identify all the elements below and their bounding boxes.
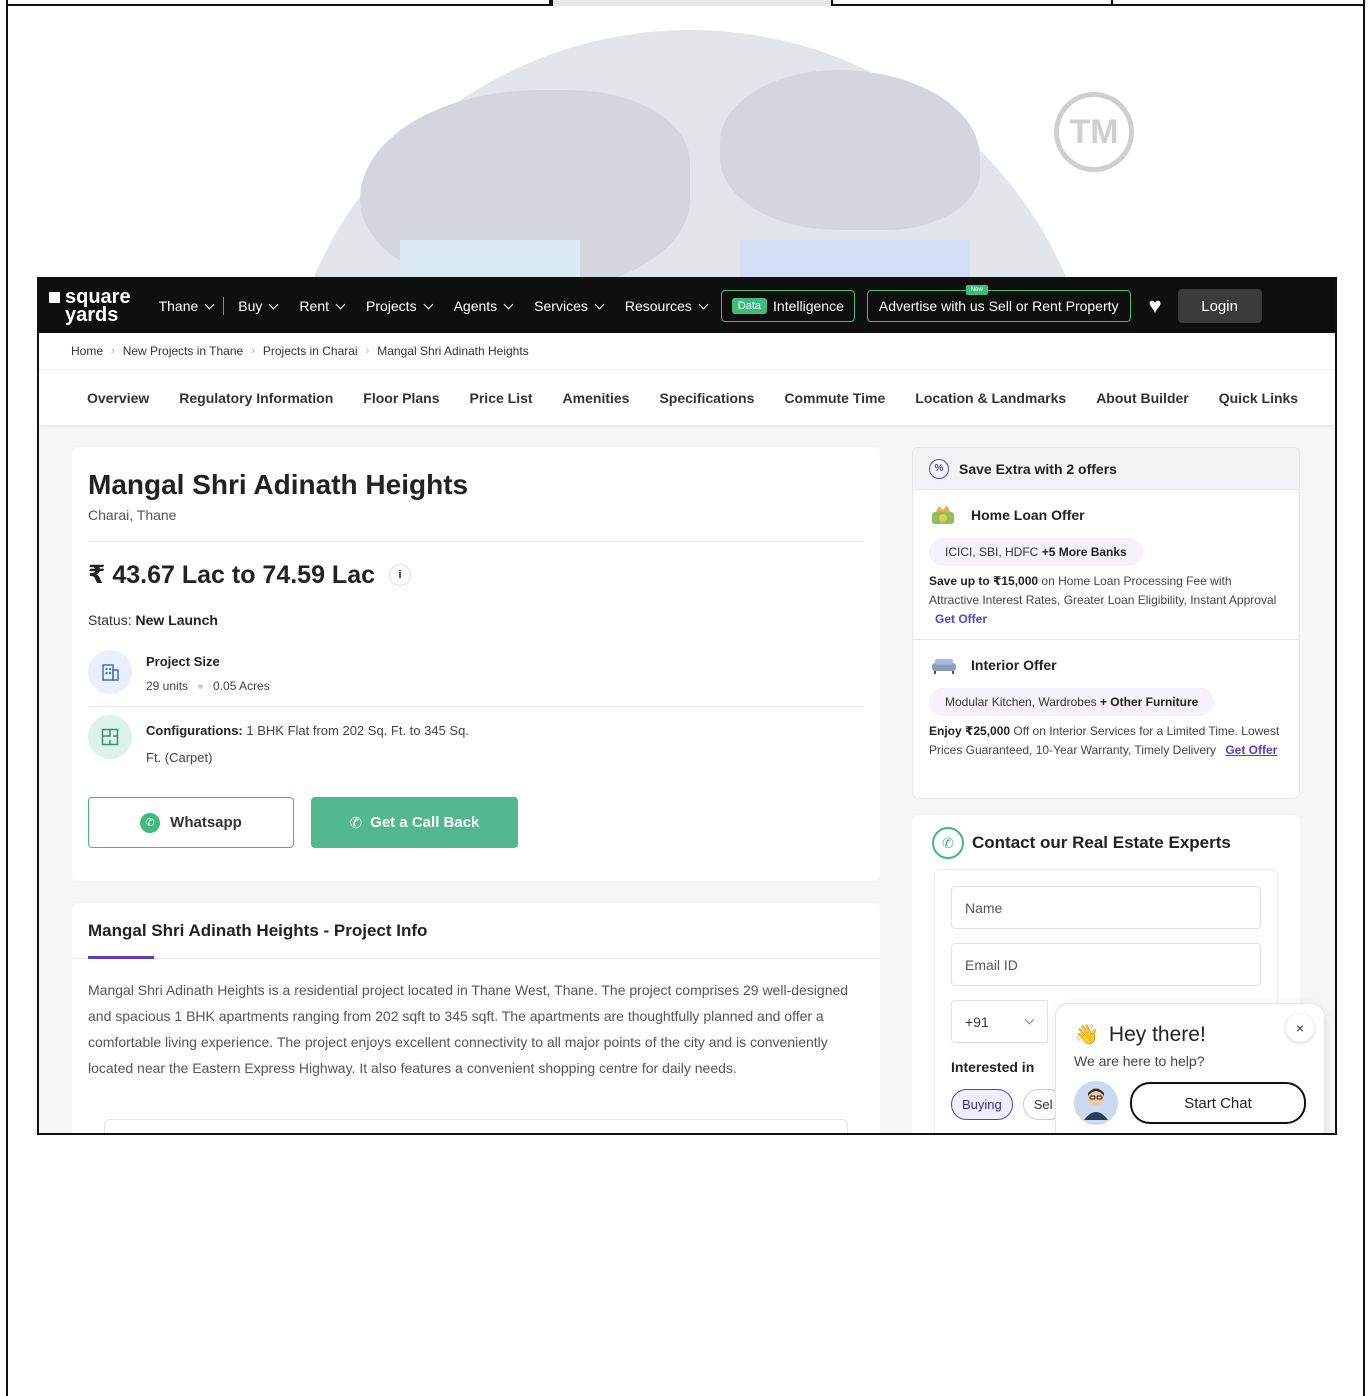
- divider: [88, 541, 864, 542]
- top-navbar: square yards Thane Buy Rent Projects Age…: [39, 279, 1335, 333]
- nav-divider: [223, 297, 225, 315]
- tab-price-list[interactable]: Price List: [470, 390, 533, 406]
- configurations-row: Configurations: 1 BHK Flat from 202 Sq. …: [88, 715, 864, 771]
- breadcrumb-new-projects[interactable]: New Projects in Thane: [123, 344, 244, 358]
- logo-square-icon: [49, 291, 60, 303]
- project-info-card: Mangal Shri Adinath Heights - Project In…: [72, 903, 880, 1133]
- chevron-down-icon: [268, 299, 279, 309]
- tab-overview[interactable]: Overview: [87, 390, 149, 406]
- offers-card: % Save Extra with 2 offers Home Loan Off…: [912, 447, 1300, 799]
- divider: [88, 706, 864, 707]
- tab-quick-links[interactable]: Quick Links: [1219, 390, 1298, 406]
- nav-agents[interactable]: Agents: [454, 298, 514, 314]
- call-back-button[interactable]: ✆ Get a Call Back: [311, 797, 518, 848]
- interior-offer: Interior Offer Modular Kitchen, Wardrobe…: [913, 639, 1299, 770]
- breadcrumb-current: Mangal Shri Adinath Heights: [377, 344, 529, 358]
- sell-rent-property-button[interactable]: New Advertise with us Sell or Rent Prope…: [866, 285, 1131, 322]
- chevron-down-icon: [204, 299, 215, 309]
- website-screenshot: square yards Thane Buy Rent Projects Age…: [37, 277, 1337, 1135]
- section-tabs: Overview Regulatory Information Floor Pl…: [39, 369, 1335, 425]
- info-inner-box: [104, 1119, 848, 1133]
- start-chat-button[interactable]: Start Chat: [1130, 1082, 1306, 1124]
- data-intelligence-button[interactable]: Data Intelligence: [720, 290, 855, 322]
- heart-icon[interactable]: ♥: [1149, 293, 1162, 319]
- interest-buying-chip[interactable]: Buying: [951, 1089, 1013, 1120]
- phone-icon: ✆: [932, 827, 964, 859]
- project-location: Charai, Thane: [88, 507, 177, 523]
- phone-icon: ✆: [349, 814, 363, 832]
- whatsapp-icon: ✆: [140, 812, 161, 833]
- project-size-row: Project Size 29 units 0.05 Acres: [88, 650, 864, 694]
- project-title: Mangal Shri Adinath Heights: [88, 469, 469, 500]
- banks-chip: ICICI, SBI, HDFC +5 More Banks: [929, 538, 1143, 566]
- chat-subtitle: We are here to help?: [1074, 1053, 1205, 1069]
- project-info-text: Mangal Shri Adinath Heights is a residen…: [88, 982, 849, 1076]
- home-loan-get-offer-link[interactable]: Get Offer: [935, 612, 987, 626]
- home-loan-text: Save up to ₹15,000 on Home Loan Processi…: [929, 574, 1277, 626]
- breadcrumb-charai[interactable]: Projects in Charai: [263, 344, 358, 358]
- chevron-right-icon: ›: [365, 345, 370, 357]
- top-table-edge: [6, 0, 1365, 6]
- squareyards-logo[interactable]: square yards: [49, 287, 131, 325]
- tab-regulatory-information[interactable]: Regulatory Information: [179, 390, 333, 406]
- nav-buy[interactable]: Buy: [238, 298, 279, 314]
- info-icon[interactable]: i: [389, 564, 411, 586]
- login-button[interactable]: Login: [1177, 289, 1262, 323]
- project-size-title: Project Size: [146, 654, 220, 669]
- tab-specifications[interactable]: Specifications: [659, 390, 754, 406]
- globe-watermark: [240, 30, 1140, 290]
- close-icon[interactable]: ×: [1286, 1014, 1314, 1042]
- chevron-down-icon: [1024, 1014, 1035, 1025]
- email-input[interactable]: Email ID: [951, 943, 1261, 986]
- tab-location-landmarks[interactable]: Location & Landmarks: [915, 390, 1066, 406]
- breadcrumb-home[interactable]: Home: [71, 344, 103, 358]
- interior-get-offer-link[interactable]: Get Offer: [1225, 743, 1277, 757]
- nav-rent[interactable]: Rent: [299, 298, 346, 314]
- tab-amenities[interactable]: Amenities: [563, 390, 630, 406]
- nav-projects[interactable]: Projects: [366, 298, 434, 314]
- sofa-icon: [929, 654, 959, 676]
- chevron-down-icon: [503, 299, 514, 309]
- new-badge: New: [965, 285, 988, 295]
- tab-commute-time[interactable]: Commute Time: [784, 390, 885, 406]
- chat-greeting: 👋 Hey there!: [1074, 1022, 1206, 1047]
- project-status: Status: New Launch: [88, 612, 218, 628]
- country-code-select[interactable]: +91: [951, 1000, 1048, 1043]
- money-bag-icon: [929, 504, 959, 526]
- configurations-text: Configurations: 1 BHK Flat from 202 Sq. …: [146, 723, 469, 765]
- nav-services[interactable]: Services: [534, 298, 605, 314]
- floorplan-icon: [88, 715, 132, 759]
- nav-city-thane[interactable]: Thane: [159, 297, 225, 315]
- building-icon: [88, 650, 132, 694]
- tab-floor-plans[interactable]: Floor Plans: [363, 390, 439, 406]
- chevron-right-icon: ›: [111, 345, 115, 357]
- chevron-right-icon: ›: [251, 345, 255, 357]
- cta-buttons: ✆ Whatsapp ✆ Get a Call Back: [88, 797, 864, 848]
- breadcrumb: Home › New Projects in Thane › Projects …: [39, 333, 1335, 369]
- interior-text: Enjoy ₹25,000 Off on Interior Services f…: [929, 724, 1280, 757]
- tm-watermark: TM: [1054, 92, 1134, 172]
- heading-underline: [88, 956, 154, 959]
- furniture-chip: Modular Kitchen, Wardrobes + Other Furni…: [929, 688, 1215, 716]
- tab-about-builder[interactable]: About Builder: [1096, 390, 1189, 406]
- contact-title: ✆ Contact our Real Estate Experts: [932, 827, 1280, 859]
- chevron-down-icon: [594, 299, 605, 309]
- nav-resources[interactable]: Resources: [625, 298, 709, 314]
- project-size-values: 29 units 0.05 Acres: [146, 679, 270, 693]
- home-loan-offer: Home Loan Offer ICICI, SBI, HDFC +5 More…: [913, 490, 1299, 639]
- offers-header: % Save Extra with 2 offers: [913, 448, 1299, 490]
- discount-icon: %: [929, 458, 949, 479]
- project-info-heading: Mangal Shri Adinath Heights - Project In…: [72, 903, 880, 959]
- chevron-down-icon: [423, 299, 434, 309]
- price-range: ₹ 43.67 Lac to 74.59 Lac i: [88, 560, 864, 590]
- agent-avatar: [1074, 1081, 1118, 1125]
- chevron-down-icon: [335, 299, 346, 309]
- name-input[interactable]: Name: [951, 886, 1261, 929]
- chevron-down-icon: [698, 299, 709, 309]
- waving-hand-icon: 👋: [1074, 1024, 1099, 1046]
- whatsapp-button[interactable]: ✆ Whatsapp: [88, 797, 294, 848]
- project-summary-card: Mangal Shri Adinath Heights Charai, Than…: [72, 447, 880, 881]
- chat-widget: × 👋 Hey there! We are here to help? Star…: [1055, 1003, 1325, 1133]
- data-badge: Data: [731, 298, 768, 314]
